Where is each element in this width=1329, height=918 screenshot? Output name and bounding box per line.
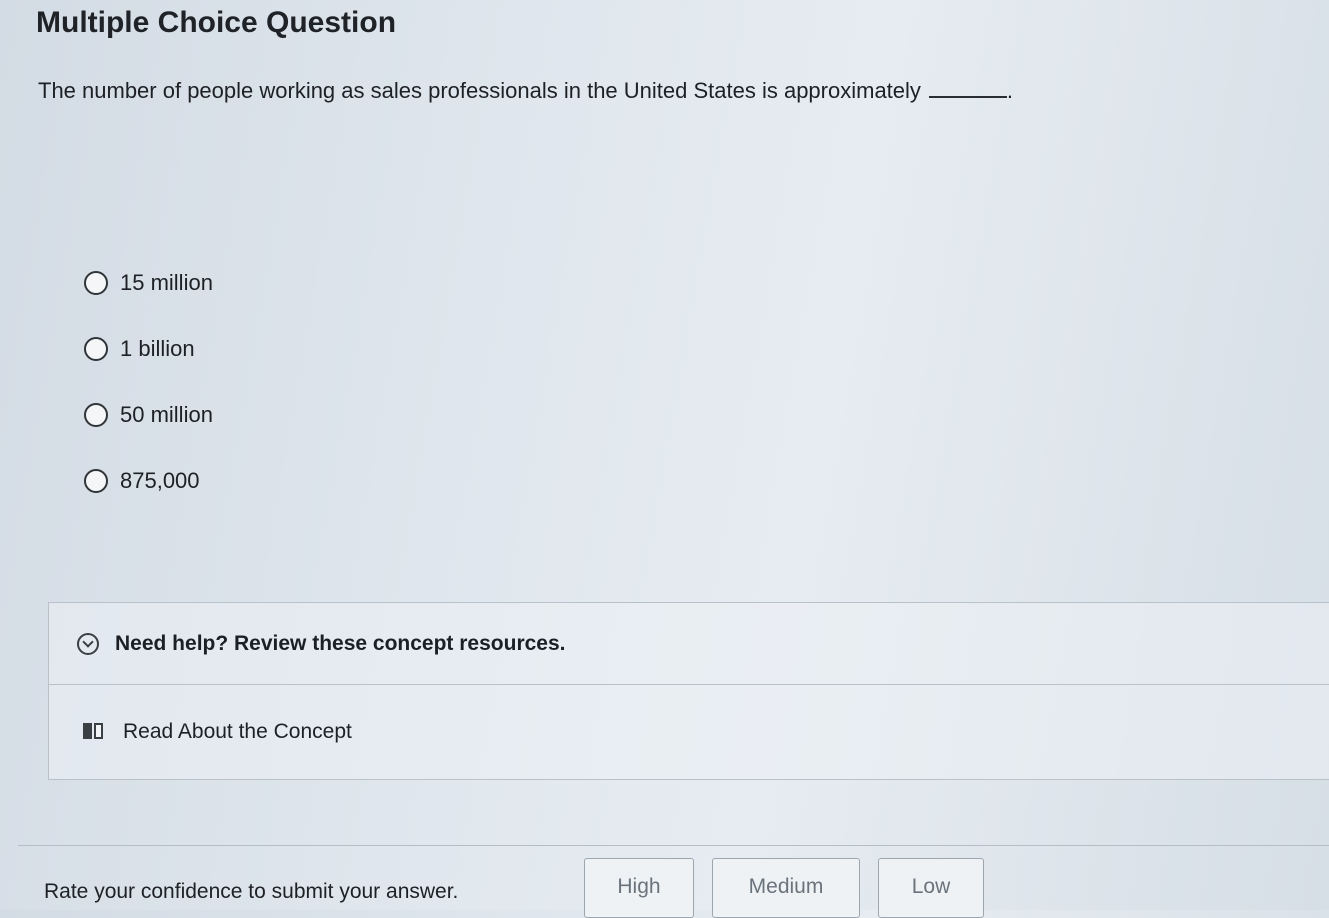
confidence-low-button[interactable]: Low	[878, 858, 984, 918]
concept-resources-title: Need help? Review these concept resource…	[115, 631, 566, 655]
concept-resources-panel: Need help? Review these concept resource…	[48, 602, 1329, 780]
radio-button-icon[interactable]	[84, 337, 108, 361]
chevron-down-circle-icon[interactable]	[77, 632, 99, 655]
answer-blank	[928, 96, 1007, 98]
answer-option-label: 875,000	[120, 468, 200, 493]
answer-option-2[interactable]: 1 billion	[84, 316, 213, 382]
question-prompt-end: .	[1006, 78, 1014, 103]
question-heading: Multiple Choice Question	[36, 6, 397, 39]
question-prompt-text: The number of people working as sales pr…	[38, 78, 921, 103]
answer-option-label: 50 million	[120, 402, 213, 427]
radio-button-icon[interactable]	[84, 271, 108, 295]
answer-option-label: 1 billion	[120, 336, 195, 361]
radio-button-icon[interactable]	[84, 469, 108, 493]
read-about-concept-link[interactable]: Read About the Concept	[49, 685, 1329, 779]
question-prompt: The number of people working as sales pr…	[38, 78, 1013, 104]
answer-option-4[interactable]: 875,000	[84, 448, 213, 514]
radio-button-icon[interactable]	[84, 403, 108, 427]
book-icon	[83, 723, 105, 741]
answer-option-1[interactable]: 15 million	[84, 250, 213, 316]
confidence-prompt: Rate your confidence to submit your answ…	[44, 880, 459, 903]
answer-option-label: 15 million	[120, 270, 213, 295]
section-divider	[18, 845, 1329, 846]
concept-resources-toggle[interactable]: Need help? Review these concept resource…	[49, 603, 1329, 685]
confidence-medium-button[interactable]: Medium	[712, 858, 860, 918]
read-about-concept-label: Read About the Concept	[123, 720, 352, 743]
answer-option-3[interactable]: 50 million	[84, 382, 213, 448]
confidence-high-button[interactable]: High	[584, 858, 694, 918]
answer-options: 15 million 1 billion 50 million 875,000	[84, 250, 213, 514]
